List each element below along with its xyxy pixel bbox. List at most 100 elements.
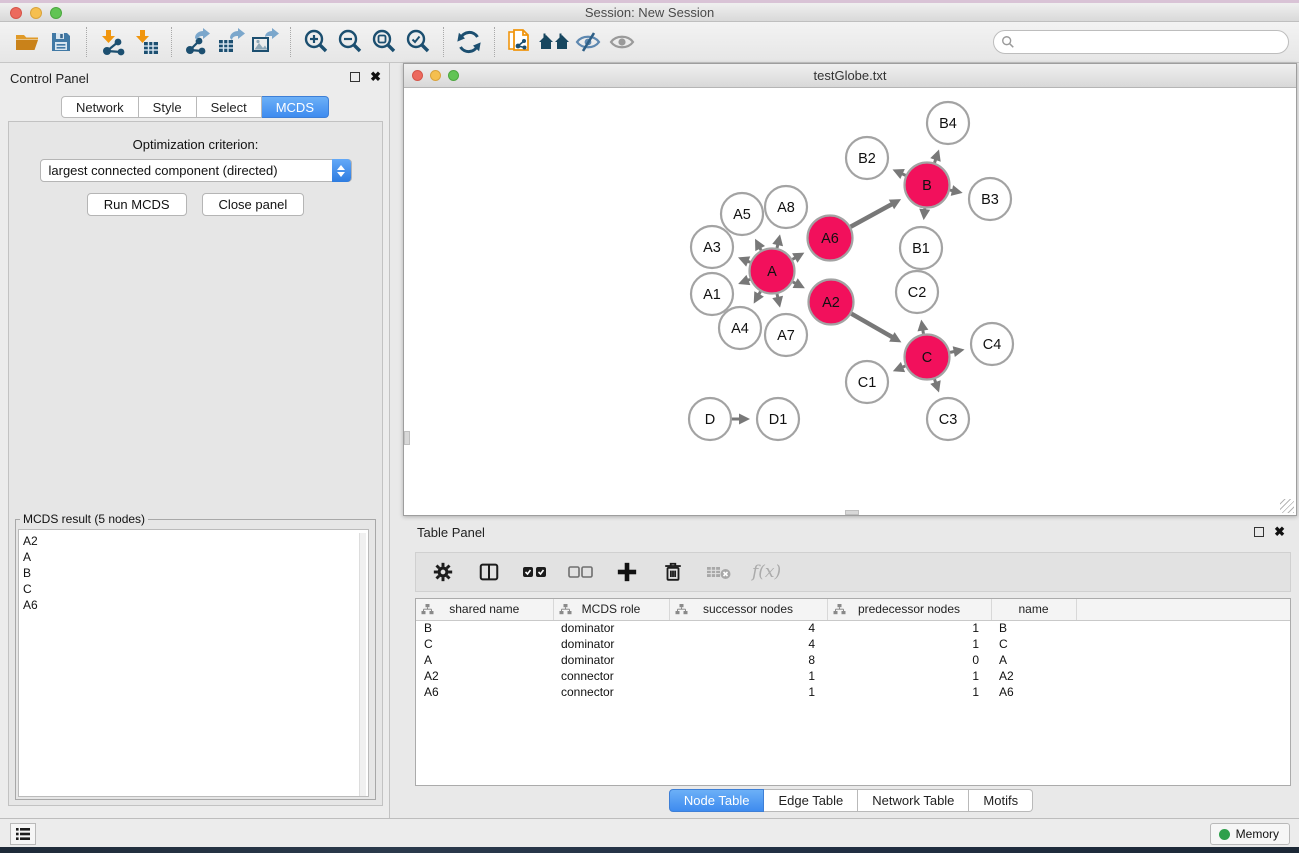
table-cell[interactable]: connector	[553, 668, 669, 684]
tab-mcds[interactable]: MCDS	[262, 96, 329, 118]
column-header-name[interactable]: name	[991, 599, 1076, 620]
table-cell[interactable]: 1	[827, 620, 991, 636]
export-image-icon[interactable]	[248, 26, 282, 58]
table-cell[interactable]: A2	[416, 668, 553, 684]
import-table-icon[interactable]	[129, 26, 163, 58]
delete-table-icon[interactable]	[706, 559, 732, 585]
table-cell[interactable]: 1	[827, 636, 991, 652]
table-cell[interactable]: B	[991, 620, 1076, 636]
canvas-vertical-scroll-thumb[interactable]	[404, 431, 410, 445]
zoom-fit-icon[interactable]	[367, 26, 401, 58]
network-from-file-icon[interactable]	[503, 26, 537, 58]
table-cell[interactable]: A2	[991, 668, 1076, 684]
tab-edge-table[interactable]: Edge Table	[764, 789, 858, 812]
tab-style[interactable]: Style	[139, 96, 197, 118]
open-session-icon[interactable]	[10, 26, 44, 58]
task-history-button[interactable]	[10, 823, 36, 845]
table-cell[interactable]: connector	[553, 684, 669, 700]
table-row[interactable]: Adominator80A	[416, 652, 1291, 668]
graph-node-label: C	[922, 350, 932, 366]
hide-details-icon[interactable]	[571, 26, 605, 58]
tab-network-table[interactable]: Network Table	[858, 789, 969, 812]
mcds-result-item[interactable]: A	[23, 549, 368, 565]
mcds-result-list[interactable]: A2ABCA6	[18, 529, 369, 797]
graph-node-label: B4	[939, 116, 957, 132]
tab-select[interactable]: Select	[197, 96, 262, 118]
table-cell[interactable]: 4	[669, 636, 827, 652]
table-cell[interactable]: 1	[827, 668, 991, 684]
select-all-icon[interactable]	[522, 559, 548, 585]
table-cell[interactable]: 1	[827, 684, 991, 700]
close-panel-button[interactable]: Close panel	[202, 193, 305, 216]
table-row[interactable]: Bdominator41B	[416, 620, 1291, 636]
table-cell[interactable]: 1	[669, 668, 827, 684]
window-resize-grip[interactable]	[1280, 499, 1294, 513]
network-canvas[interactable]: B4B2BB3B1A5A8A6A3AA1C2A4A7A2CC4C1C3DD1	[404, 88, 1296, 515]
minimize-network-window-button[interactable]	[430, 70, 441, 81]
graph-edge[interactable]	[851, 203, 894, 226]
table-cell[interactable]: A	[991, 652, 1076, 668]
table-cell[interactable]: A	[416, 652, 553, 668]
save-session-icon[interactable]	[44, 26, 78, 58]
table-row[interactable]: A6connector11A6	[416, 684, 1291, 700]
table-cell[interactable]: C	[991, 636, 1076, 652]
function-builder-icon[interactable]: f(x)	[752, 562, 781, 582]
mcds-result-item[interactable]: A2	[23, 533, 368, 549]
close-table-panel-icon[interactable]: ✖	[1274, 527, 1285, 537]
zoom-out-icon[interactable]	[333, 26, 367, 58]
table-row[interactable]: Cdominator41C	[416, 636, 1291, 652]
show-details-icon[interactable]	[605, 26, 639, 58]
tab-motifs[interactable]: Motifs	[969, 789, 1033, 812]
tab-network[interactable]: Network	[61, 96, 139, 118]
table-cell[interactable]: 4	[669, 620, 827, 636]
apply-layout-icon[interactable]	[452, 26, 486, 58]
table-cell[interactable]: A6	[416, 684, 553, 700]
add-column-icon[interactable]	[614, 559, 640, 585]
float-panel-icon[interactable]	[350, 72, 360, 82]
export-network-icon[interactable]	[180, 26, 214, 58]
zoom-in-icon[interactable]	[299, 26, 333, 58]
search-input[interactable]	[993, 30, 1289, 54]
criterion-dropdown[interactable]: largest connected component (directed)	[40, 159, 352, 182]
deselect-all-icon[interactable]	[568, 559, 594, 585]
close-network-window-button[interactable]	[412, 70, 423, 81]
delete-icon[interactable]	[660, 559, 686, 585]
maximize-window-button[interactable]	[50, 7, 62, 19]
table-cell[interactable]: 0	[827, 652, 991, 668]
graph-edge[interactable]	[851, 314, 893, 338]
network-window-titlebar[interactable]: testGlobe.txt	[404, 64, 1296, 88]
table-cell[interactable]: dominator	[553, 652, 669, 668]
memory-button[interactable]: Memory	[1210, 823, 1290, 845]
column-header-predecessor-nodes[interactable]: predecessor nodes	[827, 599, 991, 620]
canvas-horizontal-scroll-thumb[interactable]	[845, 510, 859, 515]
table-cell[interactable]: 8	[669, 652, 827, 668]
home-icon[interactable]	[537, 26, 571, 58]
table-row[interactable]: A2connector11A2	[416, 668, 1291, 684]
column-header-mcds-role[interactable]: MCDS role	[553, 599, 669, 620]
table-cell[interactable]: A6	[991, 684, 1076, 700]
float-table-panel-icon[interactable]	[1254, 527, 1264, 537]
column-header-successor-nodes[interactable]: successor nodes	[669, 599, 827, 620]
close-panel-icon[interactable]: ✖	[370, 72, 381, 82]
run-mcds-button[interactable]: Run MCDS	[87, 193, 187, 216]
mcds-result-item[interactable]: C	[23, 581, 368, 597]
table-cell[interactable]: 1	[669, 684, 827, 700]
minimize-window-button[interactable]	[30, 7, 42, 19]
mcds-result-item[interactable]: A6	[23, 597, 368, 613]
import-network-icon[interactable]	[95, 26, 129, 58]
table-cell[interactable]: dominator	[553, 620, 669, 636]
gear-icon[interactable]	[430, 559, 456, 585]
table-cell[interactable]: B	[416, 620, 553, 636]
table-cell[interactable]: dominator	[553, 636, 669, 652]
maximize-network-window-button[interactable]	[448, 70, 459, 81]
table-cell[interactable]: C	[416, 636, 553, 652]
export-table-icon[interactable]	[214, 26, 248, 58]
mcds-list-scrollbar[interactable]	[359, 533, 366, 797]
column-view-icon[interactable]	[476, 559, 502, 585]
close-window-button[interactable]	[10, 7, 22, 19]
mcds-result-item[interactable]: B	[23, 565, 368, 581]
column-header-shared-name[interactable]: shared name	[416, 599, 553, 620]
zoom-selected-icon[interactable]	[401, 26, 435, 58]
tab-node-table[interactable]: Node Table	[669, 789, 765, 812]
table-tabs: Node Table Edge Table Network Table Moti…	[403, 789, 1299, 812]
